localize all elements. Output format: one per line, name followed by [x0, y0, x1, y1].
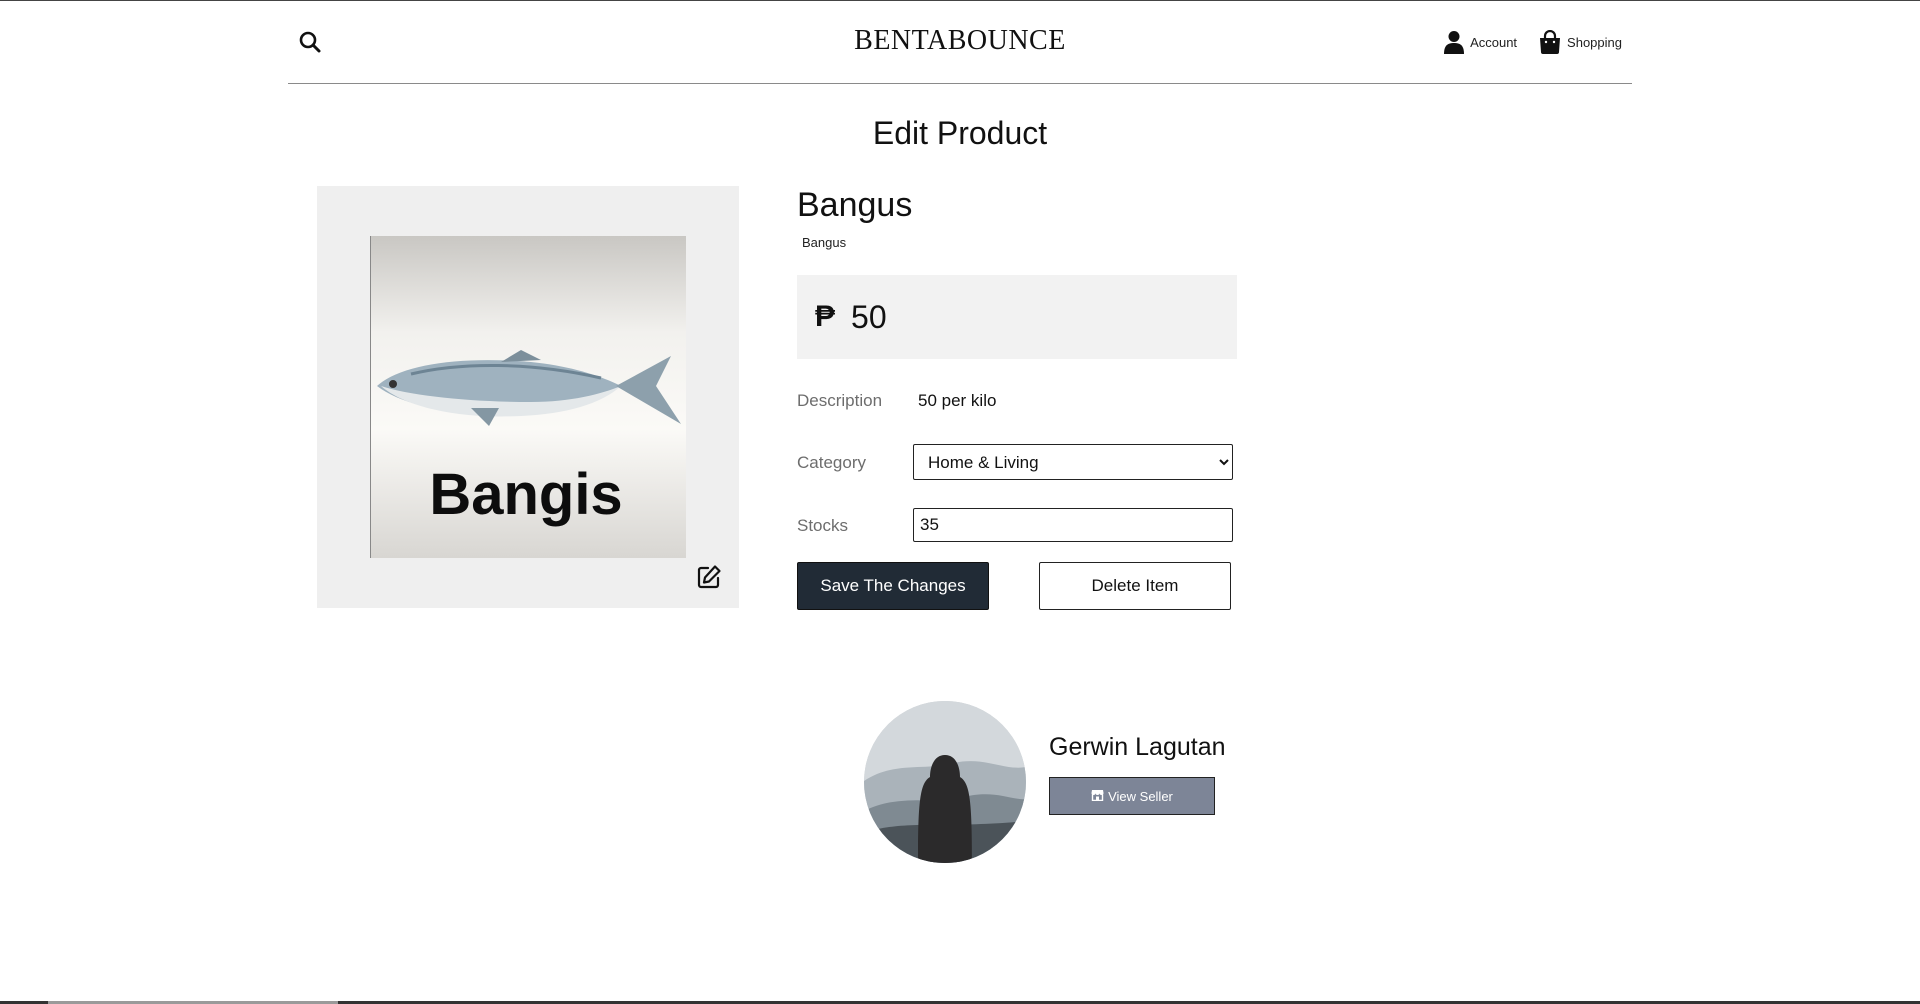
stocks-label: Stocks — [797, 516, 849, 535]
seller-avatar — [864, 701, 1026, 863]
site-header: BENTABOUNCE Account Shopping — [288, 1, 1632, 84]
view-seller-button[interactable]: View Seller — [1049, 777, 1215, 815]
user-icon — [1444, 30, 1465, 54]
category-label: Category — [797, 453, 866, 472]
account-link[interactable]: Account — [1444, 30, 1517, 54]
store-icon — [1091, 789, 1104, 804]
product-image: Bangis — [370, 236, 686, 558]
brand-logo[interactable]: BENTABOUNCE — [288, 25, 1632, 57]
category-select[interactable]: Home & Living — [913, 444, 1233, 480]
account-label: Account — [1470, 34, 1518, 50]
product-image-panel: Bangis — [317, 186, 739, 608]
description-value: 50 per kilo — [918, 391, 997, 410]
peso-currency-icon: ₱ — [815, 300, 836, 333]
delete-item-button[interactable]: Delete Item — [1039, 562, 1231, 610]
save-changes-button[interactable]: Save The Changes — [797, 562, 989, 610]
stocks-input[interactable] — [913, 508, 1233, 542]
description-label: Description — [797, 391, 883, 410]
header-nav: Account Shopping — [1444, 30, 1622, 54]
seller-name: Gerwin Lagutan — [1049, 733, 1226, 761]
product-image-caption: Bangis — [429, 462, 622, 527]
shopping-link[interactable]: Shopping — [1539, 30, 1622, 54]
product-subname: Bangus — [802, 235, 847, 250]
price-value: 50 — [851, 298, 887, 335]
shopping-label: Shopping — [1567, 34, 1622, 50]
page-title: Edit Product — [872, 115, 1048, 151]
price-box: ₱ 50 — [797, 275, 1237, 359]
product-name: Bangus — [797, 186, 913, 224]
shopping-bag-icon — [1539, 30, 1561, 54]
view-seller-label: View Seller — [1108, 788, 1173, 804]
edit-icon[interactable] — [696, 564, 722, 590]
